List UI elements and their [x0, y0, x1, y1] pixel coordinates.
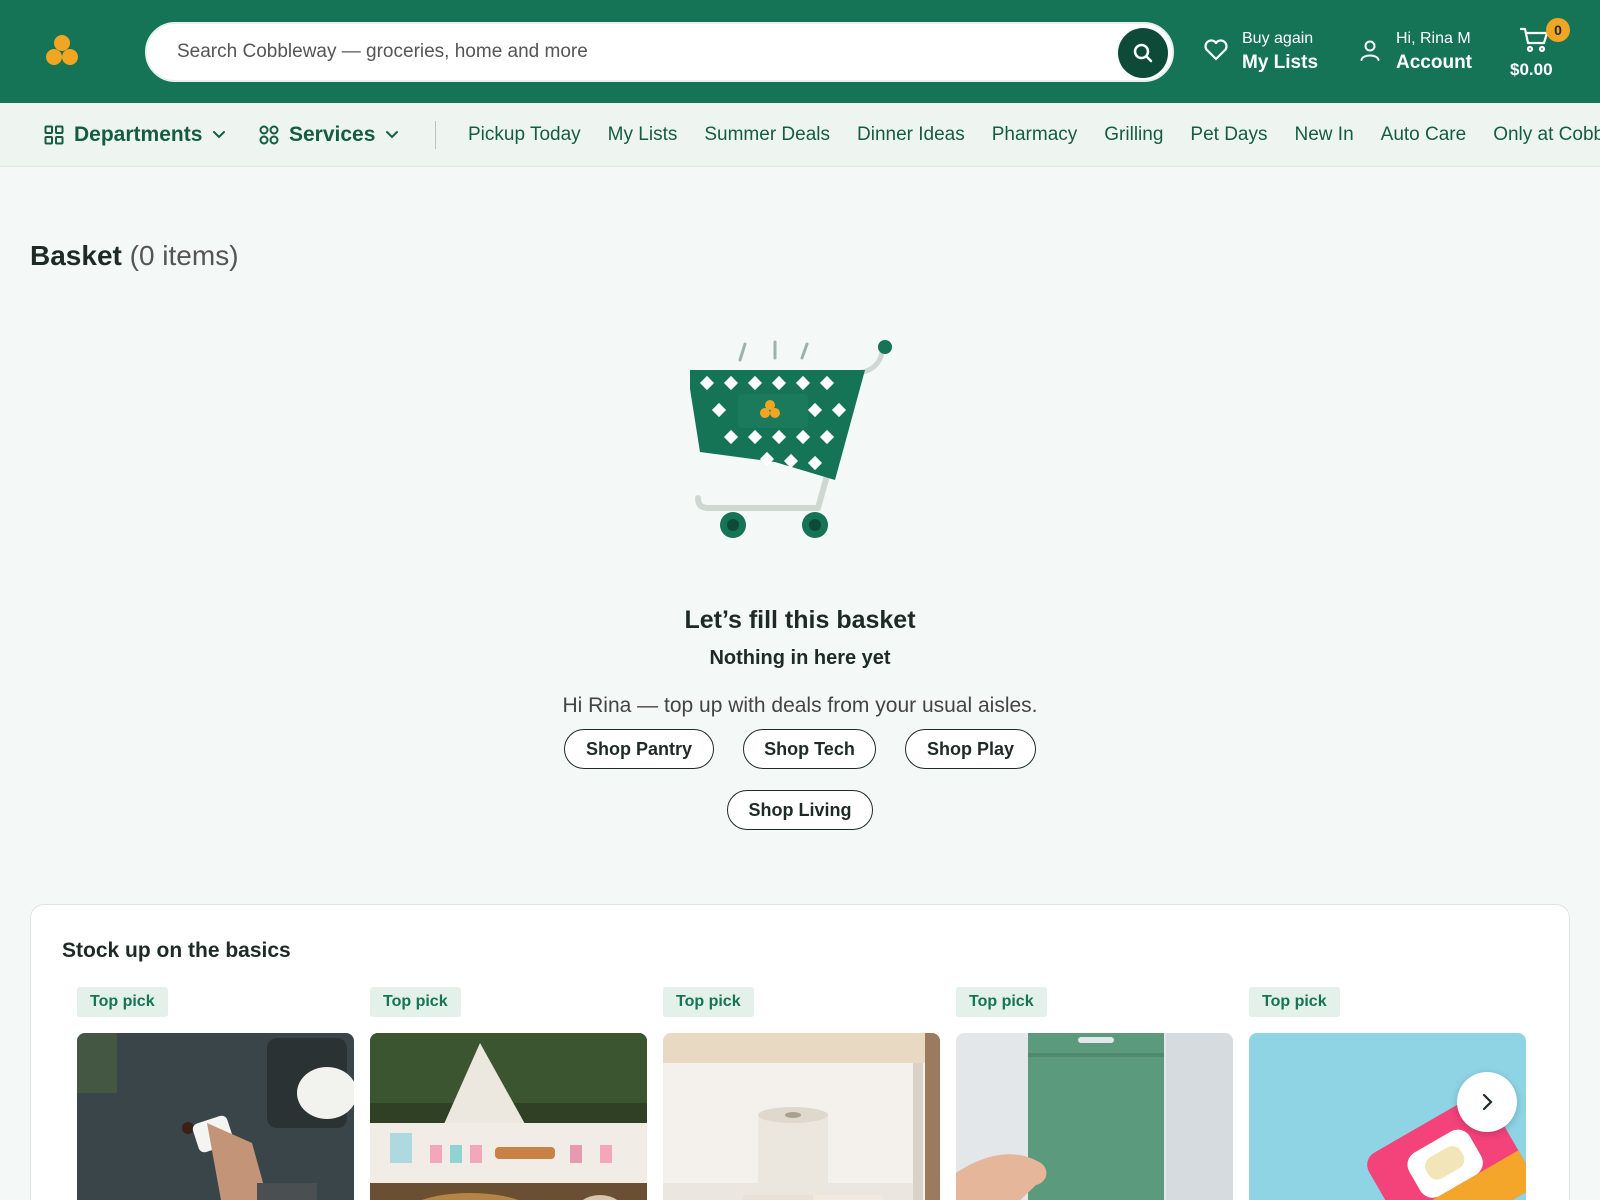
empty-cart-illustration: [690, 340, 892, 538]
account-greeting: Hi, Rina M: [1396, 30, 1471, 47]
services-icon: [259, 125, 279, 145]
nav-link-pharmacy[interactable]: Pharmacy: [992, 124, 1078, 146]
my-lists-link[interactable]: Buy again My Lists: [1242, 28, 1318, 76]
departments-menu[interactable]: Departments: [44, 123, 226, 147]
search-input[interactable]: [177, 24, 1077, 80]
product-card[interactable]: Top pick: [77, 987, 354, 1200]
top-pick-badge: Top pick: [370, 987, 461, 1017]
chevron-down-icon: [213, 131, 226, 139]
product-card[interactable]: Top pick: [956, 987, 1233, 1200]
cart-total: $0.00: [1510, 60, 1553, 79]
product-card[interactable]: Top pick: [663, 987, 940, 1200]
nav-link-dinner-ideas[interactable]: Dinner Ideas: [857, 124, 965, 146]
search-icon: [1133, 43, 1153, 63]
cart-button[interactable]: 0 $0.00: [1510, 18, 1580, 90]
nav-link-pet-days[interactable]: Pet Days: [1190, 124, 1267, 146]
nav-link-my-lists[interactable]: My Lists: [608, 124, 678, 146]
search-button[interactable]: [1118, 28, 1168, 78]
top-pick-badge: Top pick: [1249, 987, 1340, 1017]
shop-tech-button[interactable]: Shop Tech: [743, 729, 876, 769]
my-lists-label: My Lists: [1242, 52, 1319, 73]
basics-carousel: Stock up on the basics Top pick Top pick: [30, 904, 1570, 1200]
top-pick-badge: Top pick: [77, 987, 168, 1017]
basket-item-count: (0 items): [129, 240, 239, 271]
chevron-right-icon: [1482, 1093, 1493, 1111]
empty-basket-title: Let’s fill this basket: [684, 606, 916, 634]
product-card[interactable]: Top pick: [370, 987, 647, 1200]
account-link[interactable]: Hi, Rina M Account: [1396, 28, 1472, 76]
product-image-paper-towel[interactable]: [77, 1033, 354, 1200]
departments-label: Departments: [74, 123, 203, 146]
nav-link-auto-care[interactable]: Auto Care: [1381, 124, 1467, 146]
empty-basket-subtitle: Nothing in here yet: [709, 647, 891, 669]
nav-link-only-at[interactable]: Only at Cobbleway: [1493, 124, 1600, 146]
user-icon[interactable]: [1358, 38, 1382, 62]
top-pick-badge: Top pick: [663, 987, 754, 1017]
empty-basket-message: Hi Rina — top up with deals from your us…: [562, 694, 1038, 717]
basics-title: Stock up on the basics: [62, 939, 291, 962]
nav-link-summer-deals[interactable]: Summer Deals: [704, 124, 830, 146]
carousel-next-button[interactable]: [1457, 1072, 1517, 1132]
nav-link-grilling[interactable]: Grilling: [1104, 124, 1163, 146]
page-title: Basket (0 items): [30, 240, 239, 272]
nav-link-pickup-today[interactable]: Pickup Today: [468, 124, 581, 146]
chevron-down-icon: [386, 131, 399, 139]
shop-pantry-button[interactable]: Shop Pantry: [564, 729, 714, 769]
top-header: Buy again My Lists Hi, Rina M Account 0 …: [0, 0, 1600, 103]
nav-bar: Departments Services Pickup Today My Lis…: [0, 103, 1600, 167]
nav-link-new-in[interactable]: New In: [1295, 124, 1354, 146]
product-image-green-pouch[interactable]: [956, 1033, 1233, 1200]
shop-play-button[interactable]: Shop Play: [905, 729, 1036, 769]
nav-links: Pickup Today My Lists Summer Deals Dinne…: [468, 124, 1600, 146]
product-card[interactable]: Top pick: [1249, 987, 1526, 1200]
services-label: Services: [289, 123, 376, 146]
search-bar: [145, 22, 1174, 82]
cart-count-badge: 0: [1546, 18, 1570, 42]
basket-title-label: Basket: [30, 240, 122, 271]
services-menu[interactable]: Services: [259, 123, 399, 147]
grid-icon: [44, 125, 64, 145]
my-lists-caption: Buy again: [1242, 30, 1314, 47]
product-image-picnic-table[interactable]: [370, 1033, 647, 1200]
shop-living-button[interactable]: Shop Living: [727, 790, 873, 830]
nav-divider: [435, 121, 436, 149]
product-image-toilet-paper[interactable]: [663, 1033, 940, 1200]
account-label: Account: [1396, 52, 1472, 73]
brand-logo[interactable]: [40, 30, 84, 70]
heart-icon[interactable]: [1203, 38, 1229, 62]
top-pick-badge: Top pick: [956, 987, 1047, 1017]
